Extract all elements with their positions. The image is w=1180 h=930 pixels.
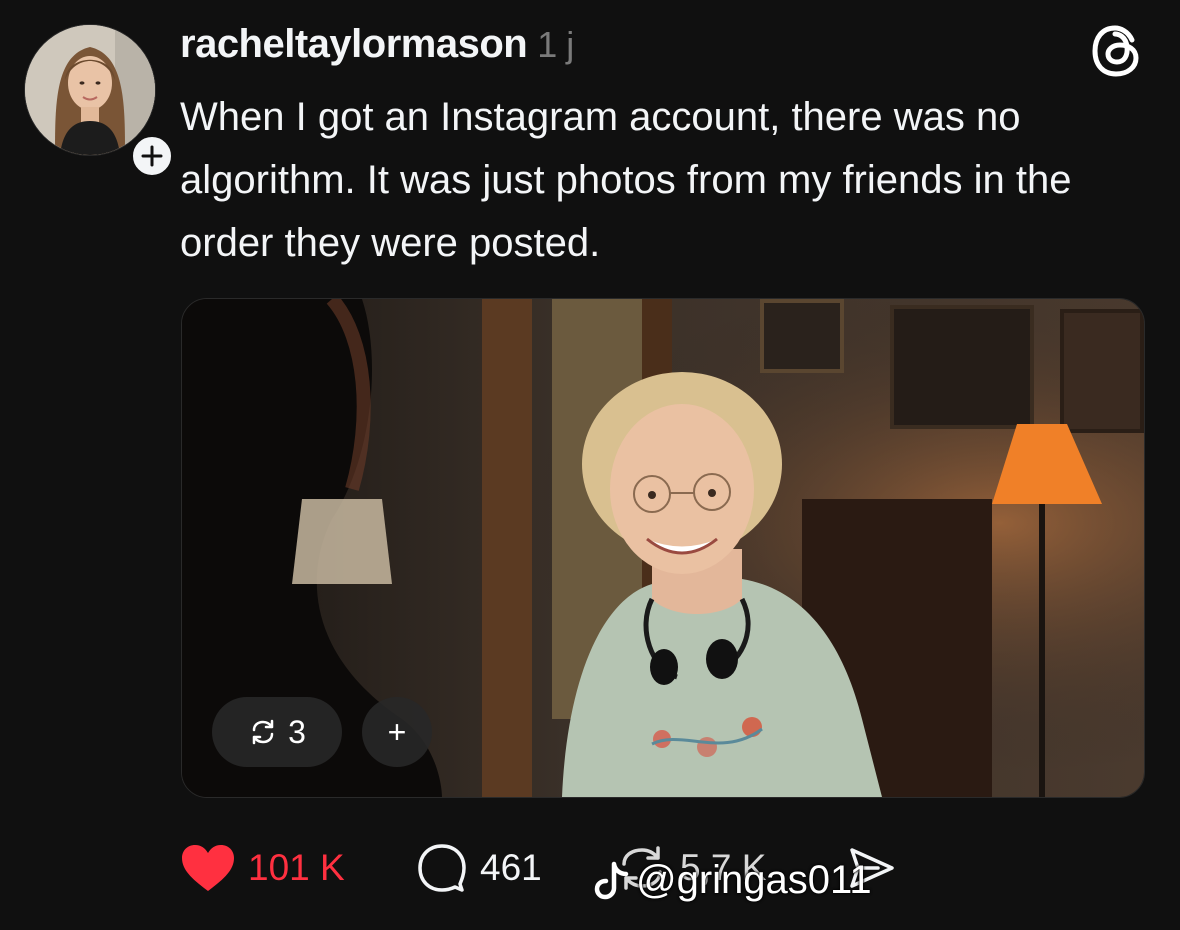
avatar-container[interactable] xyxy=(24,24,176,180)
comment-bubble-icon xyxy=(418,844,466,892)
watermark-handle: @gringas011 xyxy=(636,858,872,902)
media-repost-count-button[interactable]: 3 xyxy=(212,697,342,767)
post-media[interactable]: 3 + xyxy=(181,298,1145,798)
comment-count: 461 xyxy=(480,847,542,888)
username-link[interactable]: racheltaylormason xyxy=(180,22,528,66)
avatar-image xyxy=(25,25,155,155)
plus-icon xyxy=(141,145,163,167)
heart-filled-icon xyxy=(182,845,234,891)
tiktok-watermark: @gringas011 xyxy=(594,858,872,903)
follow-button[interactable] xyxy=(128,132,176,180)
post-timestamp: 1 j xyxy=(537,24,574,65)
comment-button[interactable]: 461 xyxy=(416,838,542,898)
like-button[interactable]: 101 K xyxy=(180,838,345,898)
post-header: racheltaylormason 1 j xyxy=(180,22,574,67)
post-text: When I got an Instagram account, there w… xyxy=(180,95,1072,265)
media-add-button[interactable]: + xyxy=(362,697,432,767)
threads-logo-icon[interactable] xyxy=(1088,22,1146,80)
tiktok-icon xyxy=(594,861,629,899)
plus-icon: + xyxy=(387,713,407,750)
media-repost-count: 3 xyxy=(288,713,306,750)
repost-icon xyxy=(252,719,274,745)
like-count: 101 K xyxy=(248,847,345,888)
